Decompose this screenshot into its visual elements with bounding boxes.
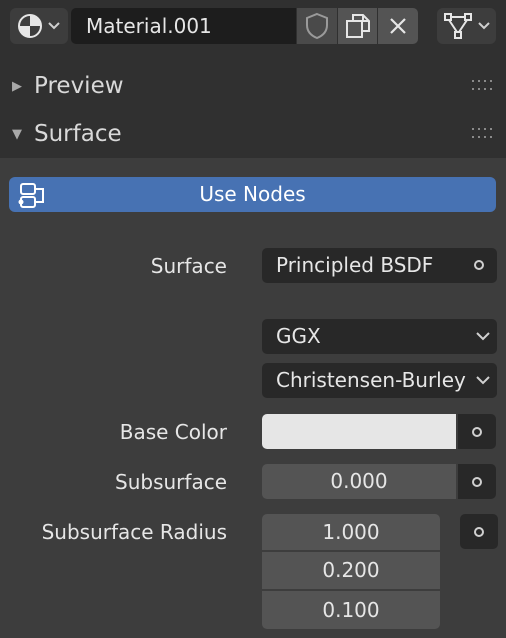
- node-tree-menu[interactable]: [437, 8, 496, 44]
- preview-panel-title: Preview: [34, 73, 124, 99]
- subsurface-method-value: Christensen-Burley: [276, 368, 466, 392]
- subsurface-value-field[interactable]: 0.000: [262, 464, 456, 499]
- drag-handle-icon[interactable]: [472, 128, 494, 140]
- socket-icon[interactable]: [474, 260, 484, 270]
- surface-panel-header[interactable]: ▼ Surface: [0, 110, 506, 158]
- base-color-socket-button[interactable]: [458, 414, 496, 449]
- subsurface-radius-y-field[interactable]: 0.200: [262, 552, 440, 589]
- duplicate-icon: [345, 14, 370, 38]
- chevron-down-icon: [477, 22, 490, 30]
- expand-arrow-icon: ▶: [12, 78, 22, 94]
- base-color-label: Base Color: [119, 420, 227, 444]
- use-nodes-label: Use Nodes: [199, 182, 306, 206]
- material-type-dropdown[interactable]: [10, 8, 68, 44]
- subsurface-radius-label: Subsurface Radius: [41, 520, 227, 544]
- use-nodes-button[interactable]: Use Nodes: [9, 177, 496, 212]
- collapse-arrow-icon: ▼: [12, 126, 22, 142]
- subsurface-method-dropdown[interactable]: Christensen-Burley: [262, 363, 497, 398]
- node-icon: [18, 183, 44, 208]
- chevron-down-icon: [48, 22, 60, 30]
- base-color-swatch[interactable]: [262, 414, 456, 449]
- sphere-preview-icon: [18, 14, 42, 38]
- preview-panel-header[interactable]: ▶ Preview: [0, 62, 506, 110]
- chevron-down-icon: [476, 332, 490, 341]
- material-name-field[interactable]: Material.001: [71, 8, 296, 44]
- unlink-material-button[interactable]: [378, 8, 418, 44]
- socket-icon: [472, 426, 482, 437]
- distribution-dropdown[interactable]: GGX: [262, 319, 497, 354]
- surface-shader-value: Principled BSDF: [276, 253, 434, 277]
- subsurface-label: Subsurface: [115, 470, 227, 494]
- socket-icon: [472, 476, 482, 487]
- subsurface-radius-z-field[interactable]: 0.100: [262, 591, 440, 629]
- surface-panel-title: Surface: [34, 121, 122, 147]
- fake-user-button[interactable]: [297, 8, 337, 44]
- close-icon: [390, 18, 406, 34]
- surface-shader-dropdown[interactable]: Principled BSDF: [262, 248, 497, 283]
- shield-icon: [306, 12, 328, 40]
- node-tree-icon: [443, 13, 472, 39]
- subsurface-radius-x-field[interactable]: 1.000: [262, 514, 440, 550]
- subsurface-socket-button[interactable]: [458, 464, 496, 499]
- socket-icon: [474, 526, 484, 537]
- drag-handle-icon[interactable]: [472, 80, 494, 92]
- distribution-value: GGX: [276, 324, 321, 348]
- duplicate-material-button[interactable]: [338, 8, 377, 44]
- subsurface-radius-socket-button[interactable]: [460, 514, 498, 549]
- chevron-down-icon: [476, 376, 490, 385]
- surface-label: Surface: [150, 254, 227, 278]
